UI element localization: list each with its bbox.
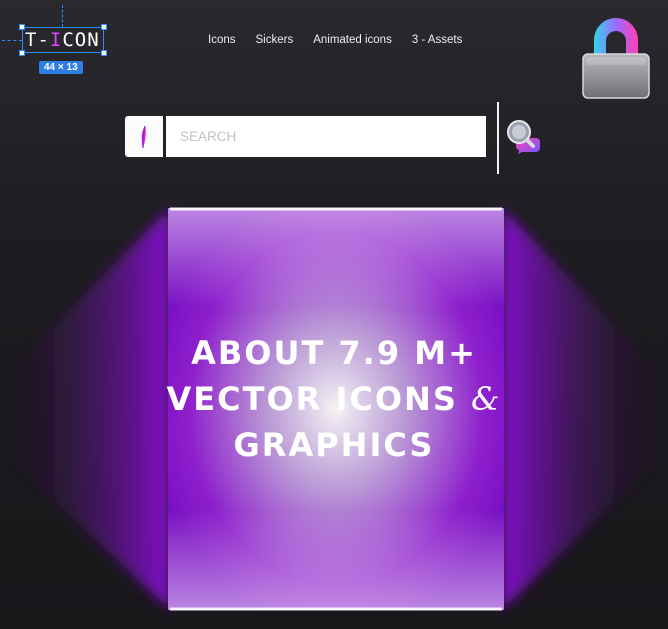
nav-item-icons[interactable]: Icons (208, 34, 236, 46)
search-chat-icon[interactable] (506, 118, 542, 154)
brush-icon (141, 125, 146, 148)
hero-line-3: GRAPHICS (233, 426, 435, 464)
search-left-panel[interactable] (125, 116, 163, 157)
resize-handle-top-right[interactable] (101, 24, 107, 30)
search-divider (497, 102, 499, 174)
lock-icon[interactable] (582, 16, 650, 100)
logo[interactable]: T-ICON (19, 24, 107, 56)
resize-handle-bottom-right[interactable] (101, 50, 107, 56)
main-nav: Icons Sickers Animated icons 3 - Assets (208, 34, 462, 46)
dimension-badge: 44 × 13 (39, 61, 83, 74)
hero-line-1: ABOUT 7.9 M+ (191, 334, 477, 372)
logo-text: T-ICON (25, 29, 100, 51)
hero-line-2: VECTOR ICONS & (0, 376, 668, 422)
hero-headline: ABOUT 7.9 M+ VECTOR ICONS & GRAPHICS (0, 330, 668, 468)
nav-item-stickers[interactable]: Sickers (256, 34, 294, 46)
selection-guide-vertical (62, 5, 63, 27)
nav-item-3d-assets[interactable]: 3 - Assets (412, 34, 463, 46)
logo-prefix: T- (25, 29, 50, 51)
hero-ampersand: & (471, 380, 502, 418)
hero-line-2-text: VECTOR ICONS (166, 380, 458, 418)
logo-accent: I (49, 29, 63, 51)
nav-item-animated-icons[interactable]: Animated icons (313, 34, 392, 46)
logo-suffix: CON (62, 29, 100, 51)
selection-guide-horizontal (2, 40, 22, 41)
search-input[interactable] (166, 116, 486, 157)
